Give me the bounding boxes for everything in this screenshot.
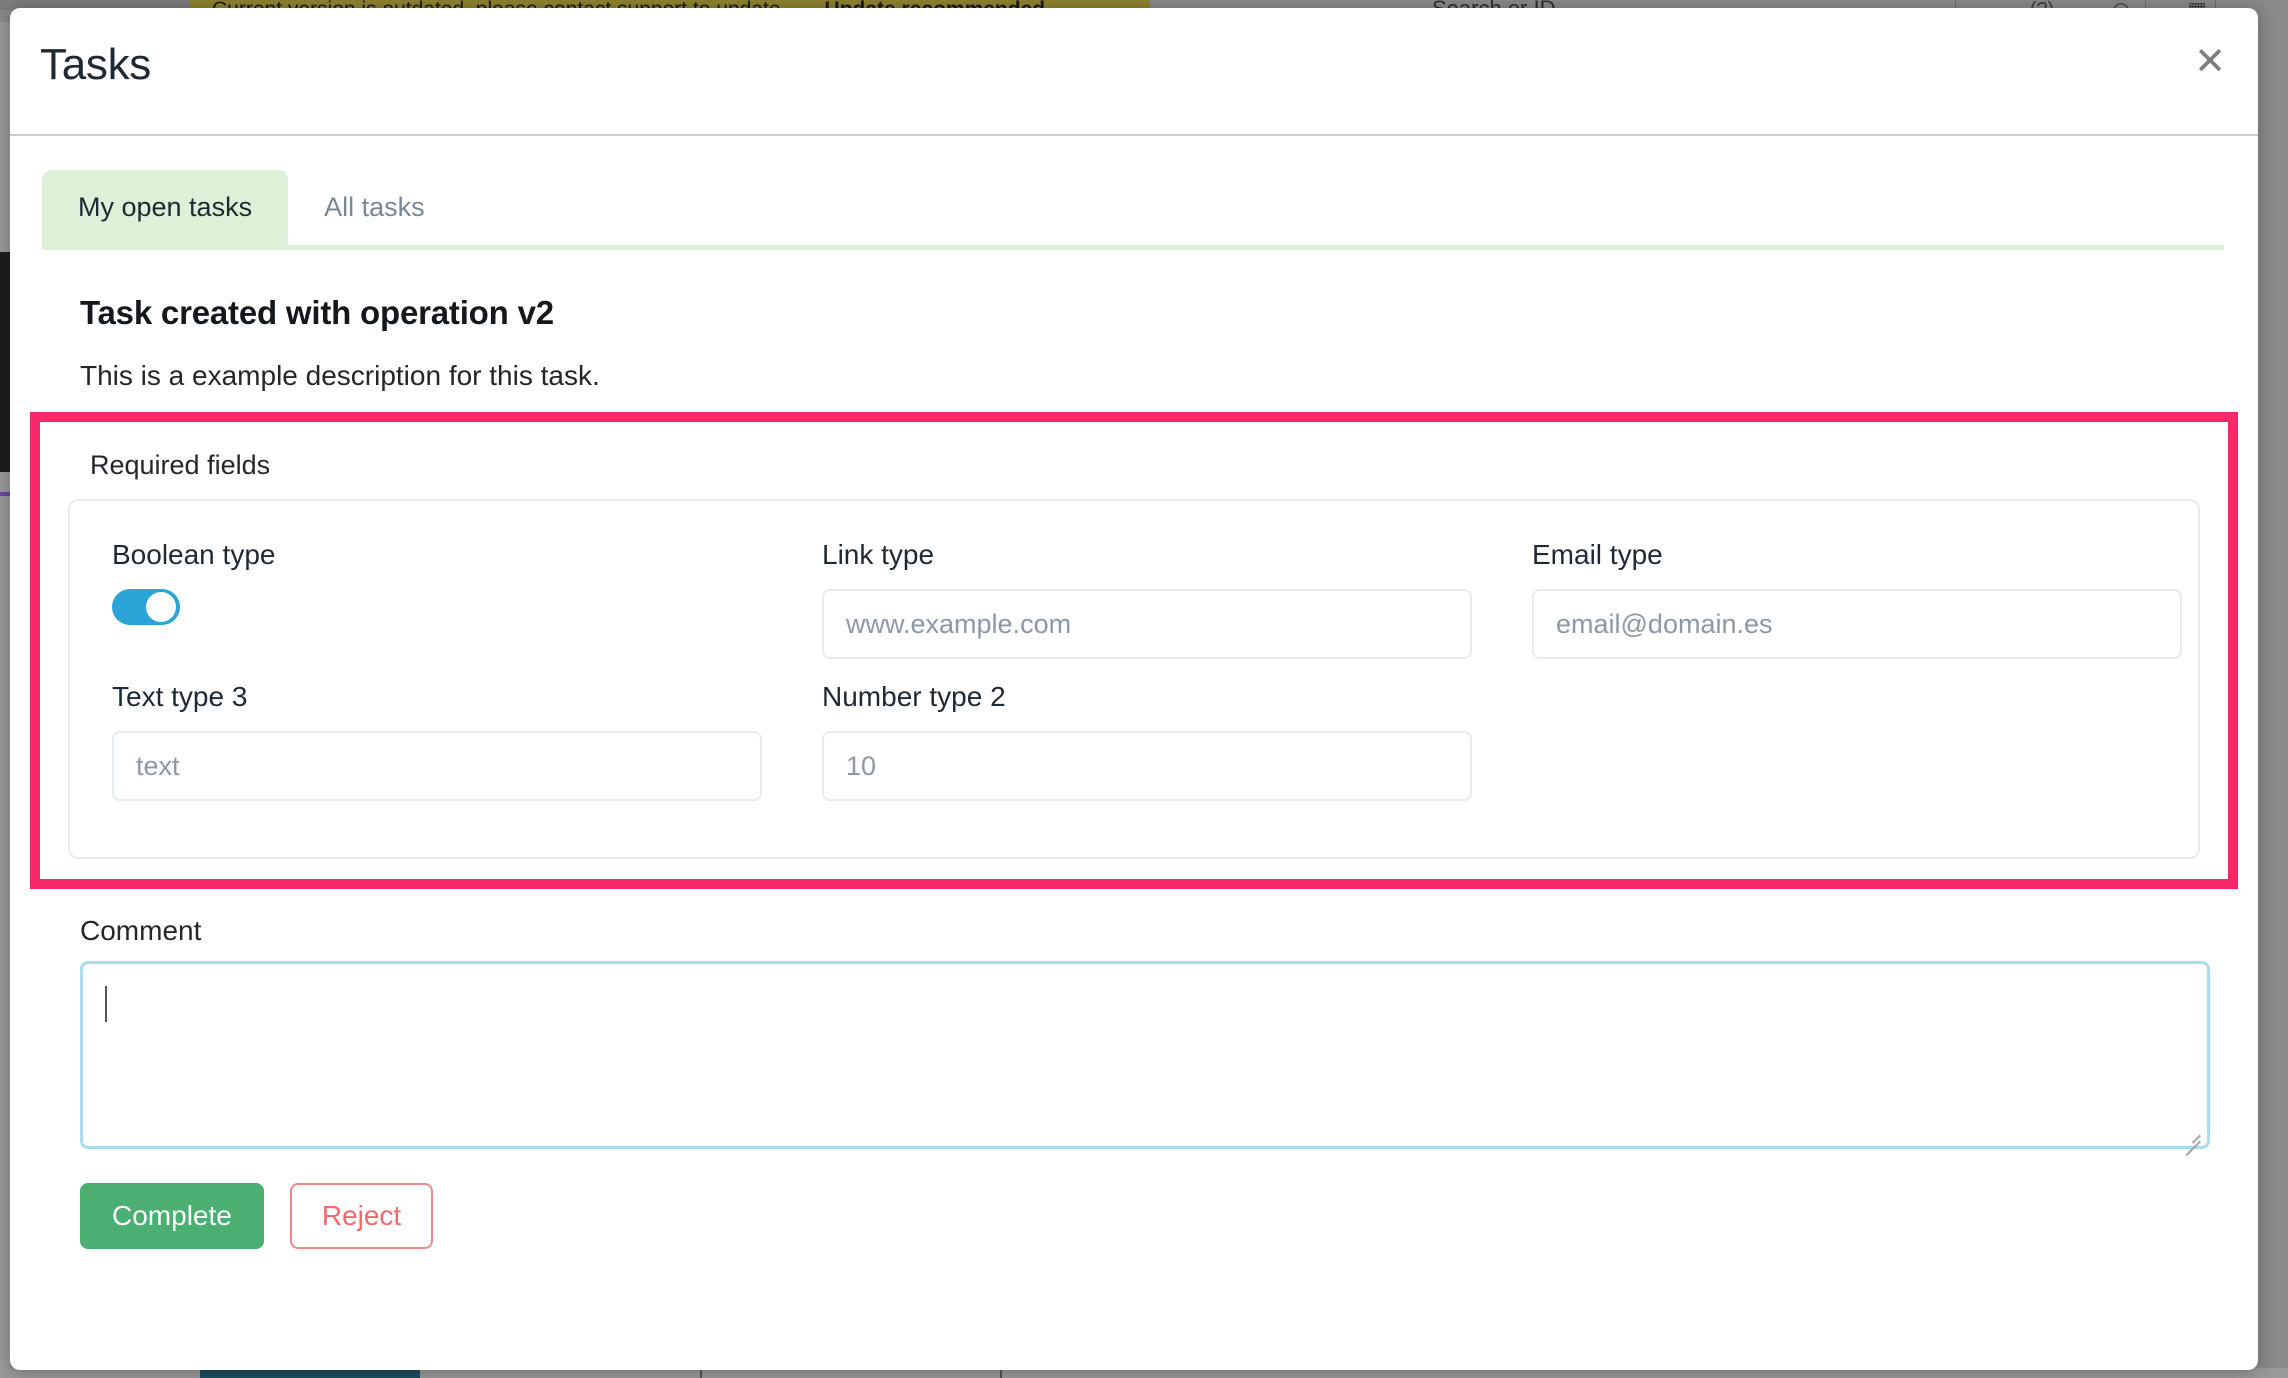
text-caret (105, 986, 107, 1022)
tabs-bar: My open tasks All tasks (10, 170, 2258, 250)
task-description: This is a example description for this t… (80, 360, 600, 391)
comment-section: Comment (80, 915, 2218, 1157)
tab-my-open-tasks[interactable]: My open tasks (42, 170, 289, 245)
field-email-type: Email type (1532, 539, 2182, 659)
required-fields-card: Boolean type Link type Email type Text t… (68, 499, 2200, 859)
field-number-type-2: Number type 2 (822, 681, 1472, 801)
task-title: Task created with operation v2 (80, 294, 554, 331)
field-link-type: Link type (822, 539, 1472, 659)
field-row-2-spacer (1532, 681, 2182, 801)
comment-textarea[interactable] (80, 961, 2210, 1157)
page-title: Tasks (40, 40, 151, 89)
tab-all-tasks[interactable]: All tasks (288, 170, 461, 245)
email-type-input[interactable] (1532, 589, 2182, 659)
field-label-boolean-type: Boolean type (112, 539, 276, 570)
complete-button[interactable]: Complete (80, 1183, 264, 1249)
link-type-input[interactable] (822, 589, 1472, 659)
field-label-link-type: Link type (822, 539, 935, 570)
field-label-number-type-2: Number type 2 (822, 681, 1006, 712)
field-row-1: Boolean type Link type Email type (112, 539, 2182, 659)
boolean-type-toggle[interactable] (112, 589, 180, 625)
number-type-2-input[interactable] (822, 731, 1472, 801)
field-label-text-type-3: Text type 3 (112, 681, 248, 712)
tasks-modal: Tasks ✕ My open tasks All tasks Task cre… (10, 8, 2258, 1370)
background-sidebar-accent (0, 492, 10, 496)
toggle-knob (146, 592, 176, 622)
field-row-2: Text type 3 Number type 2 (112, 681, 2156, 801)
field-label-email-type: Email type (1532, 539, 1663, 570)
reject-button[interactable]: Reject (289, 1183, 434, 1249)
modal-header: Tasks ✕ (10, 8, 2258, 136)
comment-label: Comment (80, 915, 202, 946)
field-boolean-type: Boolean type (112, 539, 762, 659)
tabs-underline (42, 245, 2224, 250)
text-type-3-input[interactable] (112, 731, 762, 801)
required-fields-highlight: Required fields Boolean type Link type E… (30, 412, 2238, 889)
resize-handle-icon[interactable] (2179, 1120, 2201, 1157)
background-left-column (0, 22, 10, 1378)
close-icon[interactable]: ✕ (2184, 36, 2236, 88)
required-fields-label: Required fields (90, 450, 271, 480)
field-text-type-3: Text type 3 (112, 681, 762, 801)
action-buttons: Complete Reject (80, 1183, 2258, 1249)
background-sidebar-dark (0, 252, 10, 472)
